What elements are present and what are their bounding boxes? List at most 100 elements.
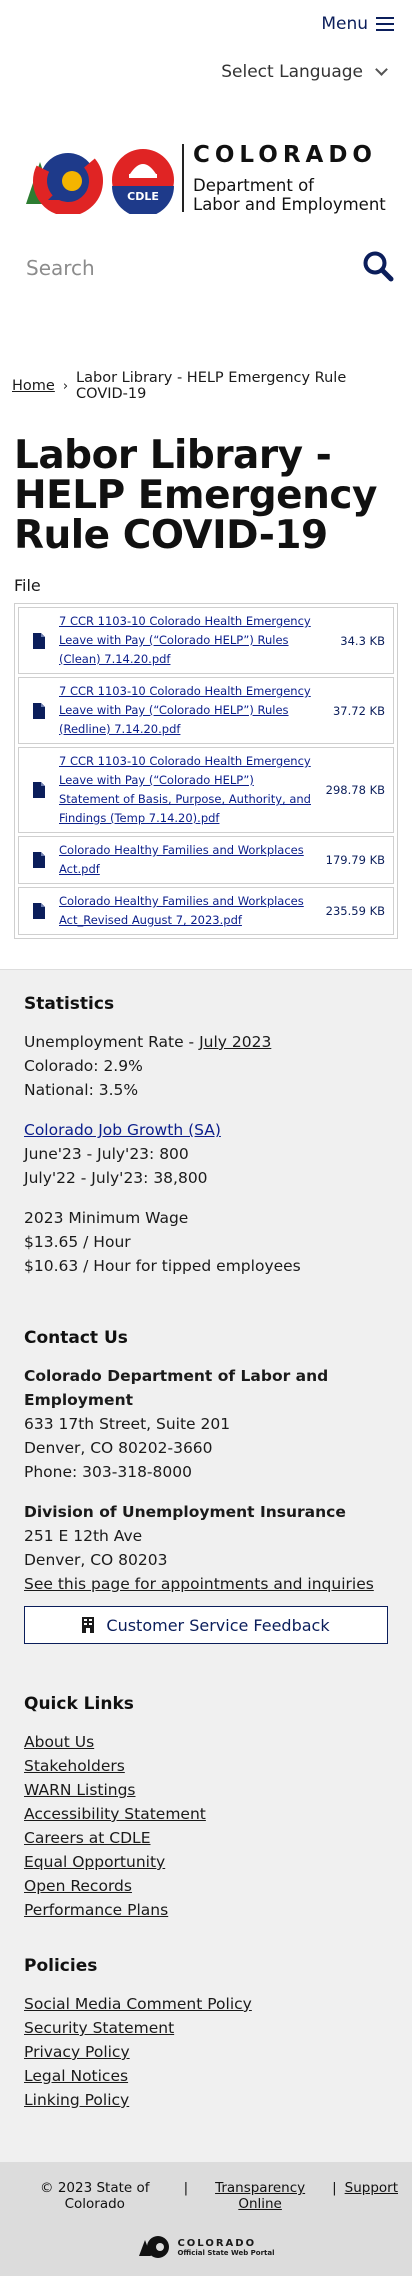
file-link[interactable]: 7 CCR 1103-10 Colorado Health Emergency … <box>59 682 313 739</box>
breadcrumb-home-link[interactable]: Home <box>12 378 55 394</box>
file-link[interactable]: 7 CCR 1103-10 Colorado Health Emergency … <box>59 612 313 669</box>
logo-department: Department of Labor and Employment <box>193 176 386 214</box>
cdle-address-block: Colorado Department of Labor and Employm… <box>24 1364 388 1484</box>
unemployment-prefix: Unemployment Rate - <box>24 1033 200 1051</box>
search-input[interactable] <box>26 256 326 280</box>
badge-text: CDLE <box>127 190 159 203</box>
hamburger-icon <box>376 17 394 31</box>
division-name: Division of Unemployment Insurance <box>24 1503 346 1521</box>
policy-security[interactable]: Security Statement <box>24 2016 388 2040</box>
file-row: 7 CCR 1103-10 Colorado Health Emergency … <box>18 747 394 833</box>
menu-button[interactable]: Menu <box>321 14 394 34</box>
policy-social-media[interactable]: Social Media Comment Policy <box>24 1992 388 2016</box>
quick-link-open-records[interactable]: Open Records <box>24 1874 388 1898</box>
statistics-heading: Statistics <box>24 994 115 1014</box>
min-wage-1: $13.65 / Hour <box>24 1233 131 1251</box>
feedback-label: Customer Service Feedback <box>106 1615 330 1635</box>
colorado-rate: Colorado: 2.9% <box>24 1057 143 1075</box>
min-wage-block: 2023 Minimum Wage $13.65 / Hour $10.63 /… <box>24 1206 388 1278</box>
site-footer: Statistics Unemployment Rate - July 2023… <box>0 969 412 2162</box>
file-link[interactable]: Colorado Healthy Families and Workplaces… <box>59 892 313 930</box>
language-bar: Select Language <box>0 58 412 88</box>
job-growth-1: June'23 - July'23: 800 <box>24 1145 189 1163</box>
file-label: File <box>14 576 41 595</box>
top-bar: Menu <box>0 0 412 58</box>
quick-link-equal-opportunity[interactable]: Equal Opportunity <box>24 1850 388 1874</box>
file-size: 37.72 KB <box>332 703 385 718</box>
cdle-logo[interactable]: CDLE COLORADO Department of Labor and Em… <box>0 88 412 220</box>
search-bar <box>0 220 412 320</box>
appointments-link[interactable]: See this page for appointments and inqui… <box>24 1575 374 1593</box>
separator: | <box>332 2180 337 2196</box>
file-size: 34.3 KB <box>340 633 385 648</box>
search-icon[interactable] <box>362 250 394 282</box>
document-icon <box>19 632 59 649</box>
file-list: 7 CCR 1103-10 Colorado Health Emergency … <box>14 603 398 939</box>
file-size: 235.59 KB <box>325 904 385 918</box>
min-wage-2: $10.63 / Hour for tipped employees <box>24 1257 301 1275</box>
address-line2: Denver, CO 80202-3660 <box>24 1439 213 1457</box>
quick-link-performance-plans[interactable]: Performance Plans <box>24 1898 388 1922</box>
customer-feedback-button[interactable]: Customer Service Feedback <box>24 1606 388 1644</box>
quick-link-warn-listings[interactable]: WARN Listings <box>24 1778 388 1802</box>
chevron-down-icon <box>375 63 388 76</box>
ui-address-block: Division of Unemployment Insurance 251 E… <box>24 1500 388 1644</box>
org-name: Colorado Department of Labor and Employm… <box>24 1367 329 1409</box>
policy-legal-notices[interactable]: Legal Notices <box>24 2064 388 2088</box>
portal-text: COLORADO Official State Web Portal <box>177 2238 274 2257</box>
document-icon <box>19 702 59 719</box>
copyright: © 2023 State of Colorado <box>40 2180 150 2212</box>
job-growth-block: Colorado Job Growth (SA) June'23 - July'… <box>24 1118 388 1190</box>
unemployment-block: Unemployment Rate - July 2023 Colorado: … <box>24 1030 388 1102</box>
colorado-c-icon <box>139 2236 170 2258</box>
file-link[interactable]: Colorado Healthy Families and Workplaces… <box>59 841 313 879</box>
colorado-c-icon <box>26 148 103 214</box>
quick-link-stakeholders[interactable]: Stakeholders <box>24 1754 388 1778</box>
quick-link-accessibility[interactable]: Accessibility Statement <box>24 1802 388 1826</box>
document-icon <box>19 903 59 919</box>
breadcrumb-current: Labor Library - HELP Emergency Rule COVI… <box>76 370 347 402</box>
phone: Phone: 303-318-8000 <box>24 1463 192 1481</box>
quick-link-careers[interactable]: Careers at CDLE <box>24 1826 388 1850</box>
portal-colorado: COLORADO <box>177 2237 257 2249</box>
national-rate: National: 3.5% <box>24 1081 139 1099</box>
bottom-line: © 2023 State of Colorado | Transparency … <box>14 2180 398 2212</box>
address-line1: 633 17th Street, Suite 201 <box>24 1415 231 1433</box>
file-size: 179.79 KB <box>325 853 385 867</box>
contact-heading: Contact Us <box>24 1328 128 1348</box>
logo-dept-line2: Labor and Employment <box>193 195 386 214</box>
language-label: Select Language <box>221 62 363 82</box>
file-row: Colorado Healthy Families and Workplaces… <box>18 836 394 884</box>
file-size: 298.78 KB <box>325 783 385 797</box>
transparency-link[interactable]: Transparency Online <box>196 2180 324 2212</box>
logo-colorado: COLORADO <box>193 142 377 168</box>
file-link[interactable]: 7 CCR 1103-10 Colorado Health Emergency … <box>59 752 313 828</box>
bottom-bar: © 2023 State of Colorado | Transparency … <box>0 2162 412 2276</box>
policy-privacy[interactable]: Privacy Policy <box>24 2040 388 2064</box>
quick-links-list: About Us Stakeholders WARN Listings Acce… <box>24 1730 388 1922</box>
file-row: 7 CCR 1103-10 Colorado Health Emergency … <box>18 607 394 674</box>
document-icon <box>19 782 59 798</box>
document-icon <box>19 852 59 868</box>
min-wage-heading: 2023 Minimum Wage <box>24 1209 189 1227</box>
job-growth-2: July'22 - July'23: 38,800 <box>24 1169 208 1187</box>
cdle-badge-icon: CDLE <box>112 149 174 214</box>
page-title: Labor Library - HELP Emergency Rule COVI… <box>14 433 377 558</box>
file-row: Colorado Healthy Families and Workplaces… <box>18 887 394 935</box>
quick-link-about-us[interactable]: About Us <box>24 1730 388 1754</box>
job-growth-link[interactable]: Colorado Job Growth (SA) <box>24 1121 221 1139</box>
support-link[interactable]: Support <box>345 2180 398 2212</box>
building-icon <box>82 1617 95 1633</box>
quick-links-heading: Quick Links <box>24 1694 134 1714</box>
state-portal-logo[interactable]: COLORADO Official State Web Portal <box>14 2234 398 2260</box>
unemployment-link[interactable]: July 2023 <box>199 1033 271 1051</box>
unemployment-line: Unemployment Rate - July 2023 <box>24 1030 388 1054</box>
portal-tagline: Official State Web Portal <box>177 2248 275 2257</box>
menu-label: Menu <box>321 14 368 34</box>
language-select[interactable]: Select Language <box>221 62 388 82</box>
policies-heading: Policies <box>24 1956 98 1976</box>
logo-dept-line1: Department of <box>193 176 314 195</box>
policies-list: Social Media Comment Policy Security Sta… <box>24 1992 388 2112</box>
policy-linking[interactable]: Linking Policy <box>24 2088 388 2112</box>
file-row: 7 CCR 1103-10 Colorado Health Emergency … <box>18 677 394 744</box>
